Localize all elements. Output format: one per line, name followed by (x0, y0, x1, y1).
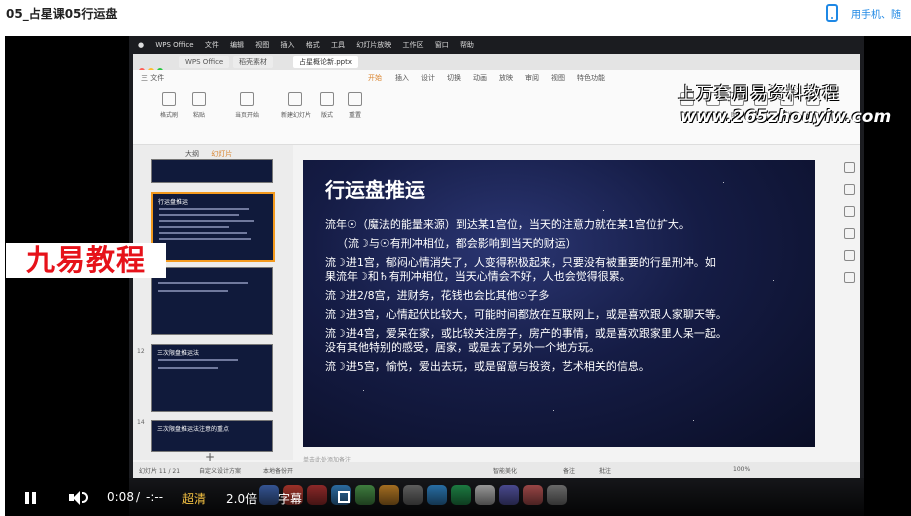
phone-icon[interactable] (826, 4, 838, 22)
start-from-current-button[interactable]: 当页开始 (233, 92, 261, 120)
slide-text-line: 流☽进3宫，心情起伏比较大，可能时间都放在互联网上，或是喜欢跟人家聊天等。 (325, 308, 727, 321)
panel-tabs: 大纲 幻灯片 (185, 149, 232, 159)
time-separator: / (136, 490, 141, 504)
layout-button[interactable]: 版式 (313, 92, 341, 120)
fullscreen-icon[interactable] (338, 491, 350, 503)
mac-menu-item: 格式 (305, 41, 320, 49)
status-bar: 幻灯片 11 / 21 自定义设计方案 本地备份开 智能美化 备注 批注 100… (133, 462, 860, 478)
slide-icon (288, 92, 302, 106)
slide-thumbnail[interactable] (151, 267, 273, 335)
format-painter-button[interactable]: 格式刷 (155, 92, 183, 120)
slide-text-line: 果流年☽和♄有刑冲相位，当天心情会不好，人也会觉得很累。 (325, 270, 631, 283)
video-header: 05_占星课05行运盘 用手机、随 (0, 0, 911, 32)
tab-outline[interactable]: 大纲 (185, 150, 199, 158)
player-controls: 0:08 / -:-- 超清 2.0倍 字幕 (5, 478, 911, 516)
comments-toggle[interactable]: 批注 (599, 466, 611, 475)
slide-thumbnail[interactable]: 三次限盘推运法注意的重点 (151, 420, 273, 452)
slide-thumbnail[interactable]: 三次限盘推运法 (151, 344, 273, 412)
mac-menu-item: WPS Office (155, 41, 194, 49)
slide-text-line: 流☽进5宫，愉悦，爱出去玩，或是留意与投资，艺术相关的信息。 (325, 360, 650, 373)
menu-home[interactable]: 开始 (368, 73, 382, 83)
zoom-level[interactable]: 100% (733, 466, 750, 473)
design-scheme[interactable]: 自定义设计方案 (199, 466, 241, 475)
mac-menu-item: 编辑 (230, 41, 245, 49)
pause-icon[interactable] (25, 492, 37, 504)
reset-button[interactable]: 重置 (341, 92, 369, 120)
mac-menu-item: 视图 (255, 41, 270, 49)
menu-review[interactable]: 审阅 (525, 73, 539, 83)
play-icon (240, 92, 254, 106)
menu-design[interactable]: 设计 (421, 73, 435, 83)
slide-thumbnail-selected[interactable]: 行运盘推运 (151, 192, 275, 262)
new-slide-button[interactable]: 新建幻灯片 (281, 92, 311, 120)
transition-icon[interactable] (843, 206, 855, 217)
mac-menu-item: 插入 (280, 41, 295, 49)
tab-document[interactable]: 占星概论新.pptx (293, 56, 358, 68)
time-total: -:-- (146, 490, 164, 504)
mac-menu-item: 工具 (331, 41, 345, 49)
mac-menu-item: 帮助 (459, 41, 474, 49)
slide-thumbnail[interactable] (151, 159, 273, 183)
slide-text-line: （流☽与☉有刑冲相位，都会影响到当天的财运） (337, 237, 577, 250)
menu-file[interactable]: 三 文件 (141, 73, 164, 83)
notes-toggle[interactable]: 备注 (563, 466, 575, 475)
watermark-text: 上万套周易资料教程 (678, 84, 840, 104)
menu-view[interactable]: 视图 (551, 73, 565, 83)
menu-transition[interactable]: 切换 (447, 73, 461, 83)
slide-text-line: 流年☉（魔法的能量来源）到达某1宫位，当天的注意力就在某1宫位扩大。 (325, 218, 690, 231)
watermark-url: www.265zhouyiw.com (680, 107, 892, 127)
brush-icon (162, 92, 176, 106)
mac-menubar: ● WPS Office 文件 编辑 视图 插入 格式 工具 幻灯片放映 工作区… (129, 40, 864, 54)
menu-insert[interactable]: 插入 (395, 73, 409, 83)
brand-logo: 九易教程 (6, 243, 166, 278)
menu-animation[interactable]: 动画 (473, 73, 487, 83)
mac-menu-item: 幻灯片放映 (356, 41, 392, 49)
clock-icon[interactable] (843, 250, 855, 261)
backup-status[interactable]: 本地备份开 (263, 466, 293, 475)
mac-menu-item: 文件 (204, 41, 219, 49)
slide-text-line: 没有其他特别的感受，居家，或是去了另外一个地方玩。 (325, 341, 600, 354)
apple-icon: ● (138, 41, 145, 49)
slide-text-line: 流☽进2/8宫，进财务，花钱也会比其他☉子多 (325, 289, 550, 302)
reset-icon (348, 92, 362, 106)
slide-title: 行运盘推运 (325, 178, 425, 202)
slide-number: 12 (137, 348, 145, 355)
quality-button[interactable]: 超清 (182, 490, 206, 507)
subtitle-button[interactable]: 字幕 (278, 490, 302, 507)
menu-features[interactable]: 特色功能 (577, 73, 605, 83)
mac-menu-item: 工作区 (402, 41, 424, 49)
video-title: 05_占星课05行运盘 (6, 7, 118, 21)
slide-text-line: 流☽进1宫，郁闷心情消失了，人变得积极起来，只要没有被重要的行星刑冲。如 (325, 256, 716, 269)
slide-text-line: 流☽进4宫，爱呆在家，或比较关注房子，房产的事情，或是喜欢跟家里人呆一起。 (325, 327, 727, 340)
time-current: 0:08 (107, 490, 134, 504)
mobile-link[interactable]: 用手机、随 (851, 6, 901, 21)
menu-slideshow[interactable]: 放映 (499, 73, 513, 83)
settings-icon[interactable] (843, 162, 855, 173)
paste-button[interactable]: 粘贴 (185, 92, 213, 120)
more-icon[interactable] (843, 272, 855, 283)
paste-icon (192, 92, 206, 106)
slide-number: 14 (137, 419, 145, 426)
slide-canvas[interactable]: 行运盘推运 流年☉（魔法的能量来源）到达某1宫位，当天的注意力就在某1宫位扩大。… (303, 160, 815, 447)
star-icon[interactable] (843, 184, 855, 195)
animation-icon[interactable] (843, 228, 855, 239)
mac-menu-item: 窗口 (434, 41, 449, 49)
smart-beautify[interactable]: 智能美化 (493, 466, 517, 475)
slide-panel: 大纲 幻灯片 行运盘推运 12 三次限盘推运法 14 三次限盘推运法注意的重点 … (133, 145, 293, 464)
volume-icon[interactable] (69, 490, 88, 506)
tab-slides[interactable]: 幻灯片 (211, 150, 232, 158)
right-toolbar (842, 162, 856, 322)
layout-icon (320, 92, 334, 106)
slide-counter: 幻灯片 11 / 21 (139, 468, 181, 475)
wps-tabbar: WPS Office 稻壳素材 占星概论新.pptx (133, 54, 860, 74)
tab-docer[interactable]: 稻壳素材 (233, 56, 273, 68)
tab-wps-office[interactable]: WPS Office (179, 56, 230, 68)
speed-button[interactable]: 2.0倍 (226, 490, 257, 507)
